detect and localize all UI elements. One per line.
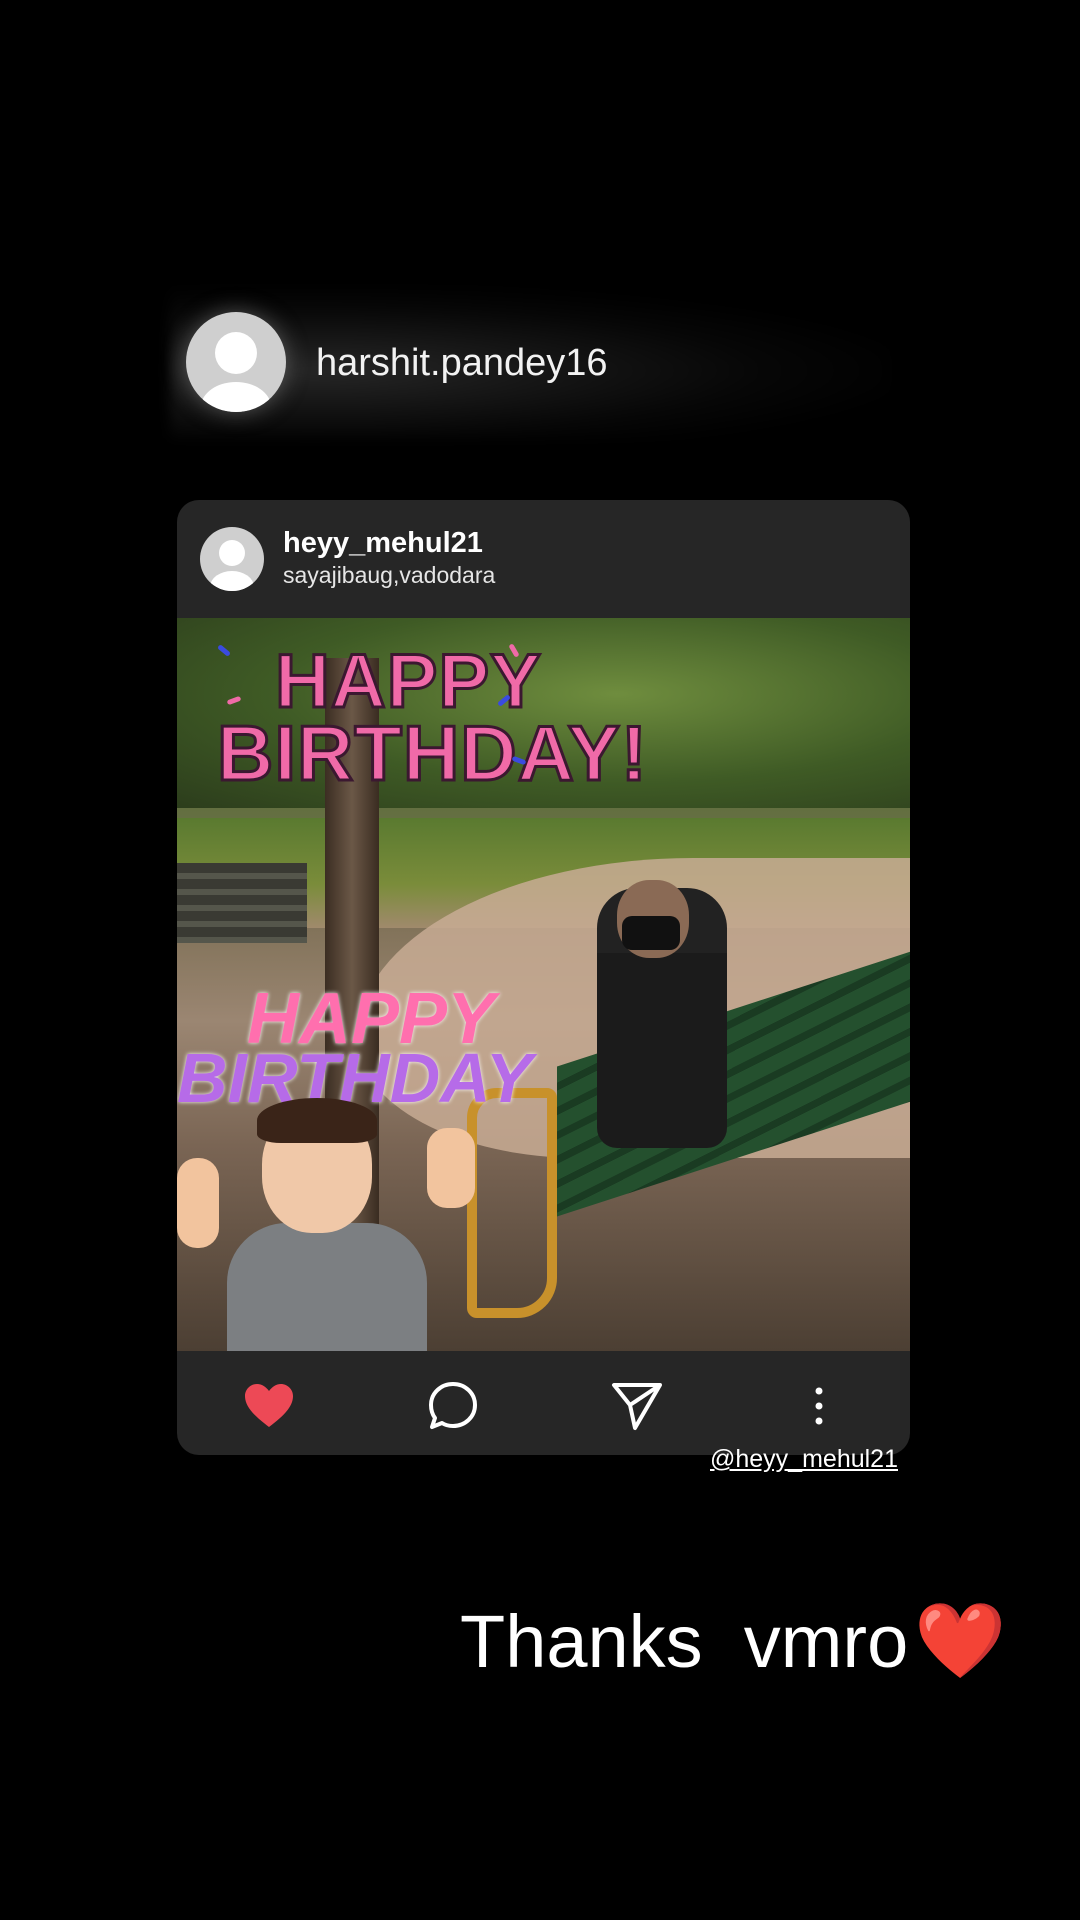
- left-bench: [177, 863, 307, 943]
- heart-emoji-icon: ❤️: [914, 1599, 1007, 1682]
- story-username[interactable]: harshit.pandey16: [316, 342, 608, 385]
- story-avatar[interactable]: [186, 312, 286, 412]
- post-action-bar: [177, 1351, 910, 1455]
- happy-birthday-sticker: HAPPY BIRTHDAY!: [216, 638, 649, 808]
- avatar-head: [219, 540, 245, 566]
- send-icon: [612, 1383, 662, 1430]
- confetti: [226, 695, 242, 706]
- confetti: [217, 644, 231, 657]
- mention-tag[interactable]: @heyy_mehul21: [710, 1445, 898, 1474]
- more-vertical-icon: [815, 1387, 823, 1425]
- post-location[interactable]: sayajibaug,vadodara: [283, 562, 495, 589]
- face-mask: [622, 916, 680, 950]
- avatar-body: [201, 382, 271, 412]
- comment-icon: [429, 1382, 477, 1429]
- more-options-button[interactable]: [791, 1378, 847, 1434]
- avatar-hand-left: [177, 1158, 219, 1248]
- avatar-shirt: [227, 1223, 427, 1351]
- like-button[interactable]: [241, 1378, 297, 1434]
- avatar-head: [215, 332, 257, 374]
- story-header: harshit.pandey16: [170, 288, 890, 438]
- story-caption: Thanks vmro ❤️: [460, 1598, 1006, 1685]
- avatar-hair: [257, 1098, 377, 1143]
- avatar-body: [210, 571, 254, 591]
- avatar-hand-right: [427, 1128, 475, 1208]
- share-button[interactable]: [609, 1378, 665, 1434]
- post-photo[interactable]: HAPPY BIRTHDAY! HAPPY BIRTHDAY: [177, 618, 910, 1351]
- post-header: heyy_mehul21 sayajibaug,vadodara: [177, 500, 910, 618]
- comment-button[interactable]: [425, 1378, 481, 1434]
- shared-post-card[interactable]: heyy_mehul21 sayajibaug,vadodara HAPPY B…: [177, 500, 910, 1455]
- heart-icon: [245, 1384, 293, 1427]
- post-username[interactable]: heyy_mehul21: [283, 527, 483, 560]
- waving-avatar-sticker: [177, 1098, 507, 1351]
- post-avatar[interactable]: [200, 527, 264, 591]
- sticker-line-2: BIRTHDAY!: [216, 708, 649, 799]
- caption-text: Thanks vmro: [460, 1600, 909, 1683]
